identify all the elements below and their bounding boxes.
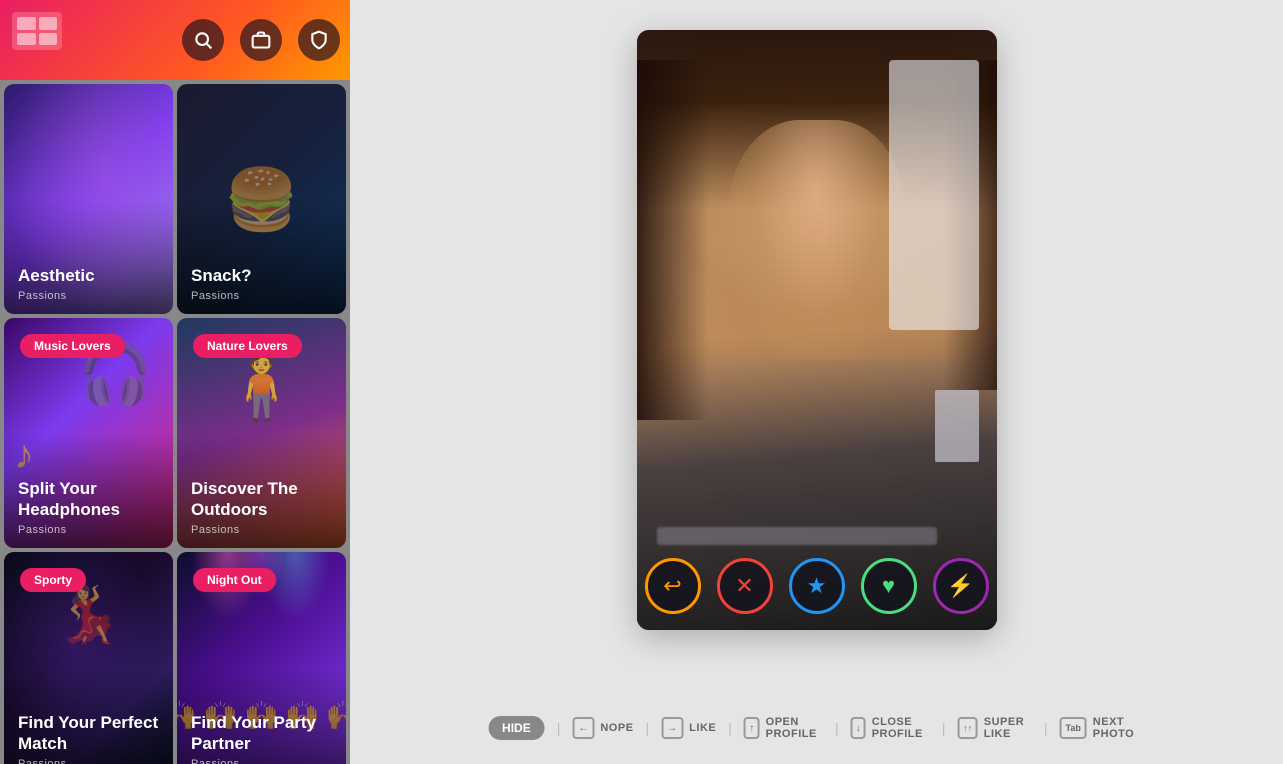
keyboard-shortcut-bar: HIDE | ← NOPE | → LIKE | ↑ OPEN PROFILE … xyxy=(488,716,1145,740)
open-profile-label: OPEN PROFILE xyxy=(766,716,823,740)
like-shortcut: → LIKE xyxy=(661,717,716,739)
up-arrow-key: ↑ xyxy=(744,717,760,739)
passion-card-music[interactable]: 🎧 ♪ Music Lovers Split Your Headphones P… xyxy=(4,318,173,548)
nope-button[interactable]: ✕ xyxy=(717,558,773,614)
card-badge-sporty: Sporty xyxy=(20,568,86,592)
left-arrow-key: ← xyxy=(572,717,594,739)
like-button[interactable]: ♥ xyxy=(861,558,917,614)
card-sub-snack: Passions xyxy=(191,290,332,302)
passion-card-sporty[interactable]: 💃 Sporty Find Your Perfect Match Passion… xyxy=(4,552,173,764)
card-title-nightout: Find Your Party Partner xyxy=(191,713,332,754)
profile-card: ↩ ✕ ★ ♥ ⚡ xyxy=(637,30,997,630)
card-badge-nature: Nature Lovers xyxy=(193,334,302,358)
main-content: ↩ ✕ ★ ♥ ⚡ HIDE | ← NOPE | → LIKE | ↑ OPE… xyxy=(350,0,1283,764)
nope-shortcut-label: NOPE xyxy=(600,722,633,734)
right-arrow-key: → xyxy=(661,717,683,739)
passion-card-nature[interactable]: 🧍 Nature Lovers Discover The Outdoors Pa… xyxy=(177,318,346,548)
card-title-aesthetic: Aesthetic xyxy=(18,266,159,286)
profile-photo xyxy=(637,30,997,630)
card-sub-aesthetic: Passions xyxy=(18,290,159,302)
boost-button[interactable]: ⚡ xyxy=(933,558,989,614)
passion-card-nightout[interactable]: 🙌 🙌 🙌 🙌 🙌 Night Out Find Your Party Part… xyxy=(177,552,346,764)
nope-shortcut: ← NOPE xyxy=(572,717,633,739)
passion-card-snack[interactable]: 🍔 Snack? Passions xyxy=(177,84,346,314)
close-profile-label: CLOSE PROFILE xyxy=(872,716,930,740)
like-shortcut-label: LIKE xyxy=(689,722,716,734)
card-action-buttons: ↩ ✕ ★ ♥ ⚡ xyxy=(637,558,997,614)
rewind-button[interactable]: ↩ xyxy=(645,558,701,614)
super-like-key: ↑↑ xyxy=(958,717,978,739)
card-title-music: Split Your Headphones xyxy=(18,479,159,520)
next-photo-key: Tab xyxy=(1060,717,1087,739)
card-badge-nightout: Night Out xyxy=(193,568,276,592)
sidebar: Aesthetic Passions 🍔 Snack? Passions 🎧 ♪… xyxy=(0,0,350,764)
next-photo-label: NEXT PHOTO xyxy=(1093,716,1145,740)
header-icons xyxy=(182,19,340,61)
super-like-shortcut: ↑↑ SUPER LIKE xyxy=(958,716,1032,740)
card-sub-sporty: Passions xyxy=(18,758,159,764)
card-title-nature: Discover The Outdoors xyxy=(191,479,332,520)
super-like-label: SUPER LIKE xyxy=(984,716,1032,740)
hide-button[interactable]: HIDE xyxy=(488,716,545,740)
card-title-snack: Snack? xyxy=(191,266,332,286)
next-photo-shortcut: Tab NEXT PHOTO xyxy=(1060,716,1145,740)
card-sub-music: Passions xyxy=(18,524,159,536)
discover-icon-button[interactable] xyxy=(182,19,224,61)
card-title-sporty: Find Your Perfect Match xyxy=(18,713,159,754)
down-arrow-key: ↓ xyxy=(851,717,866,739)
card-badge-music: Music Lovers xyxy=(20,334,125,358)
card-sub-nature: Passions xyxy=(191,524,332,536)
app-logo xyxy=(12,12,62,50)
passion-card-aesthetic[interactable]: Aesthetic Passions xyxy=(4,84,173,314)
shield-icon-button[interactable] xyxy=(298,19,340,61)
sidebar-header xyxy=(0,0,350,80)
card-sub-nightout: Passions xyxy=(191,758,332,764)
passion-cards-grid: Aesthetic Passions 🍔 Snack? Passions 🎧 ♪… xyxy=(0,80,350,764)
briefcase-icon-button[interactable] xyxy=(240,19,282,61)
superlike-button[interactable]: ★ xyxy=(789,558,845,614)
open-profile-shortcut: ↑ OPEN PROFILE xyxy=(744,716,823,740)
close-profile-shortcut: ↓ CLOSE PROFILE xyxy=(851,716,930,740)
